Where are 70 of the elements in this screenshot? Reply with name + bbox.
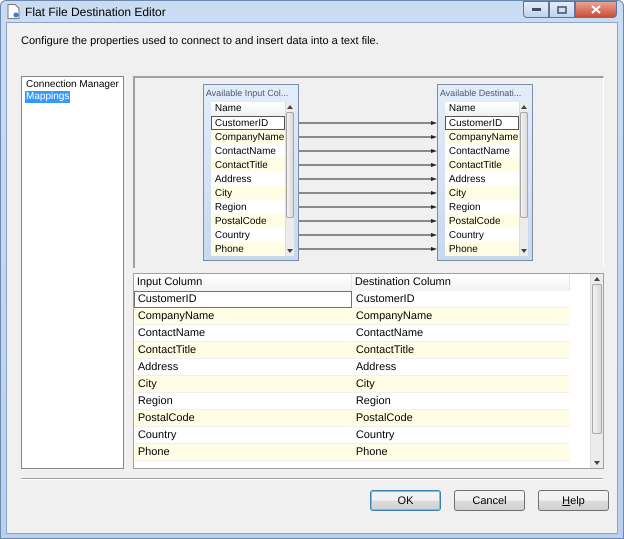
connector-line[interactable] — [298, 247, 437, 251]
scroll-down-icon[interactable] — [521, 249, 528, 253]
maximize-button[interactable] — [549, 1, 575, 18]
connector-line[interactable] — [298, 149, 437, 153]
connector-line[interactable] — [298, 191, 437, 195]
column-item[interactable]: CustomerID — [444, 116, 520, 130]
column-item[interactable]: PostalCode — [210, 214, 286, 228]
table-cell[interactable]: Phone — [352, 444, 570, 461]
table-cell[interactable]: ContactName — [352, 325, 570, 342]
table-cell[interactable]: Country — [134, 427, 352, 444]
column-item[interactable]: City — [210, 186, 286, 200]
table-cell[interactable]: CustomerID — [352, 291, 570, 308]
table-cell[interactable]: Region — [352, 393, 570, 410]
minimize-icon — [532, 8, 540, 11]
table-cell[interactable]: CompanyName — [134, 308, 352, 325]
minimize-button[interactable] — [523, 1, 549, 18]
scrollbar[interactable] — [285, 102, 294, 256]
connector-line[interactable] — [298, 163, 437, 167]
table-cell[interactable]: City — [352, 376, 570, 393]
close-button[interactable] — [575, 1, 617, 18]
window-title: Flat File Destination Editor — [25, 4, 167, 18]
column-header[interactable]: Input Column — [134, 274, 352, 291]
table-cell[interactable]: ContactTitle — [352, 342, 570, 359]
column-header: Name — [210, 102, 286, 116]
list-title: Available Destinati... — [440, 87, 522, 100]
description-text: Configure the properties used to connect to and insert data into a text file. — [21, 35, 379, 47]
column-header[interactable]: Destination Column — [352, 274, 570, 291]
scroll-up-icon[interactable] — [594, 277, 600, 281]
table-cell[interactable]: PostalCode — [134, 410, 352, 427]
scroll-down-icon[interactable] — [594, 461, 600, 465]
column-item[interactable]: CompanyName — [210, 130, 286, 144]
column-item[interactable]: Phone — [444, 242, 520, 256]
column-item[interactable]: City — [444, 186, 520, 200]
table-cell[interactable]: Address — [352, 359, 570, 376]
dialog-button[interactable]: Cancel — [454, 490, 525, 511]
table-cell[interactable]: Address — [134, 359, 352, 376]
column-header: Name — [444, 102, 520, 116]
column-item[interactable]: ContactTitle — [444, 158, 520, 172]
column-item[interactable]: CustomerID — [210, 116, 286, 130]
table-cell[interactable]: ContactTitle — [134, 342, 352, 359]
scroll-down-icon[interactable] — [287, 249, 294, 253]
table-cell[interactable]: Country — [352, 427, 570, 444]
list-title: Available Input Col... — [206, 87, 288, 100]
document-icon — [7, 4, 20, 19]
table-cell[interactable]: ContactName — [134, 325, 352, 342]
table-cell[interactable]: PostalCode — [352, 410, 570, 427]
sidebar-item[interactable]: Connection Manager — [25, 79, 120, 91]
connector-line[interactable] — [298, 219, 437, 223]
scrollbar[interactable] — [519, 102, 528, 256]
table-cell[interactable]: CompanyName — [352, 308, 570, 325]
connector-line[interactable] — [298, 177, 437, 181]
close-icon — [591, 5, 601, 14]
dialog-button[interactable]: OK — [370, 490, 441, 511]
scroll-up-icon[interactable] — [521, 105, 528, 109]
table-cell[interactable]: CustomerID — [134, 291, 352, 308]
column-item[interactable]: PostalCode — [444, 214, 520, 228]
scrollbar[interactable] — [590, 274, 603, 468]
column-item[interactable]: Phone — [210, 242, 286, 256]
table-cell[interactable]: Region — [134, 393, 352, 410]
scroll-up-icon[interactable] — [287, 105, 294, 109]
connector-line[interactable] — [298, 233, 437, 237]
connector-line[interactable] — [298, 121, 437, 125]
table-cell[interactable]: City — [134, 376, 352, 393]
table-cell[interactable]: Phone — [134, 444, 352, 461]
dialog-button[interactable]: Help — [538, 490, 609, 511]
maximize-icon — [557, 6, 567, 14]
connector-line[interactable] — [298, 205, 437, 209]
column-item[interactable]: CompanyName — [444, 130, 520, 144]
connector-line[interactable] — [298, 135, 437, 139]
column-item[interactable]: ContactTitle — [210, 158, 286, 172]
